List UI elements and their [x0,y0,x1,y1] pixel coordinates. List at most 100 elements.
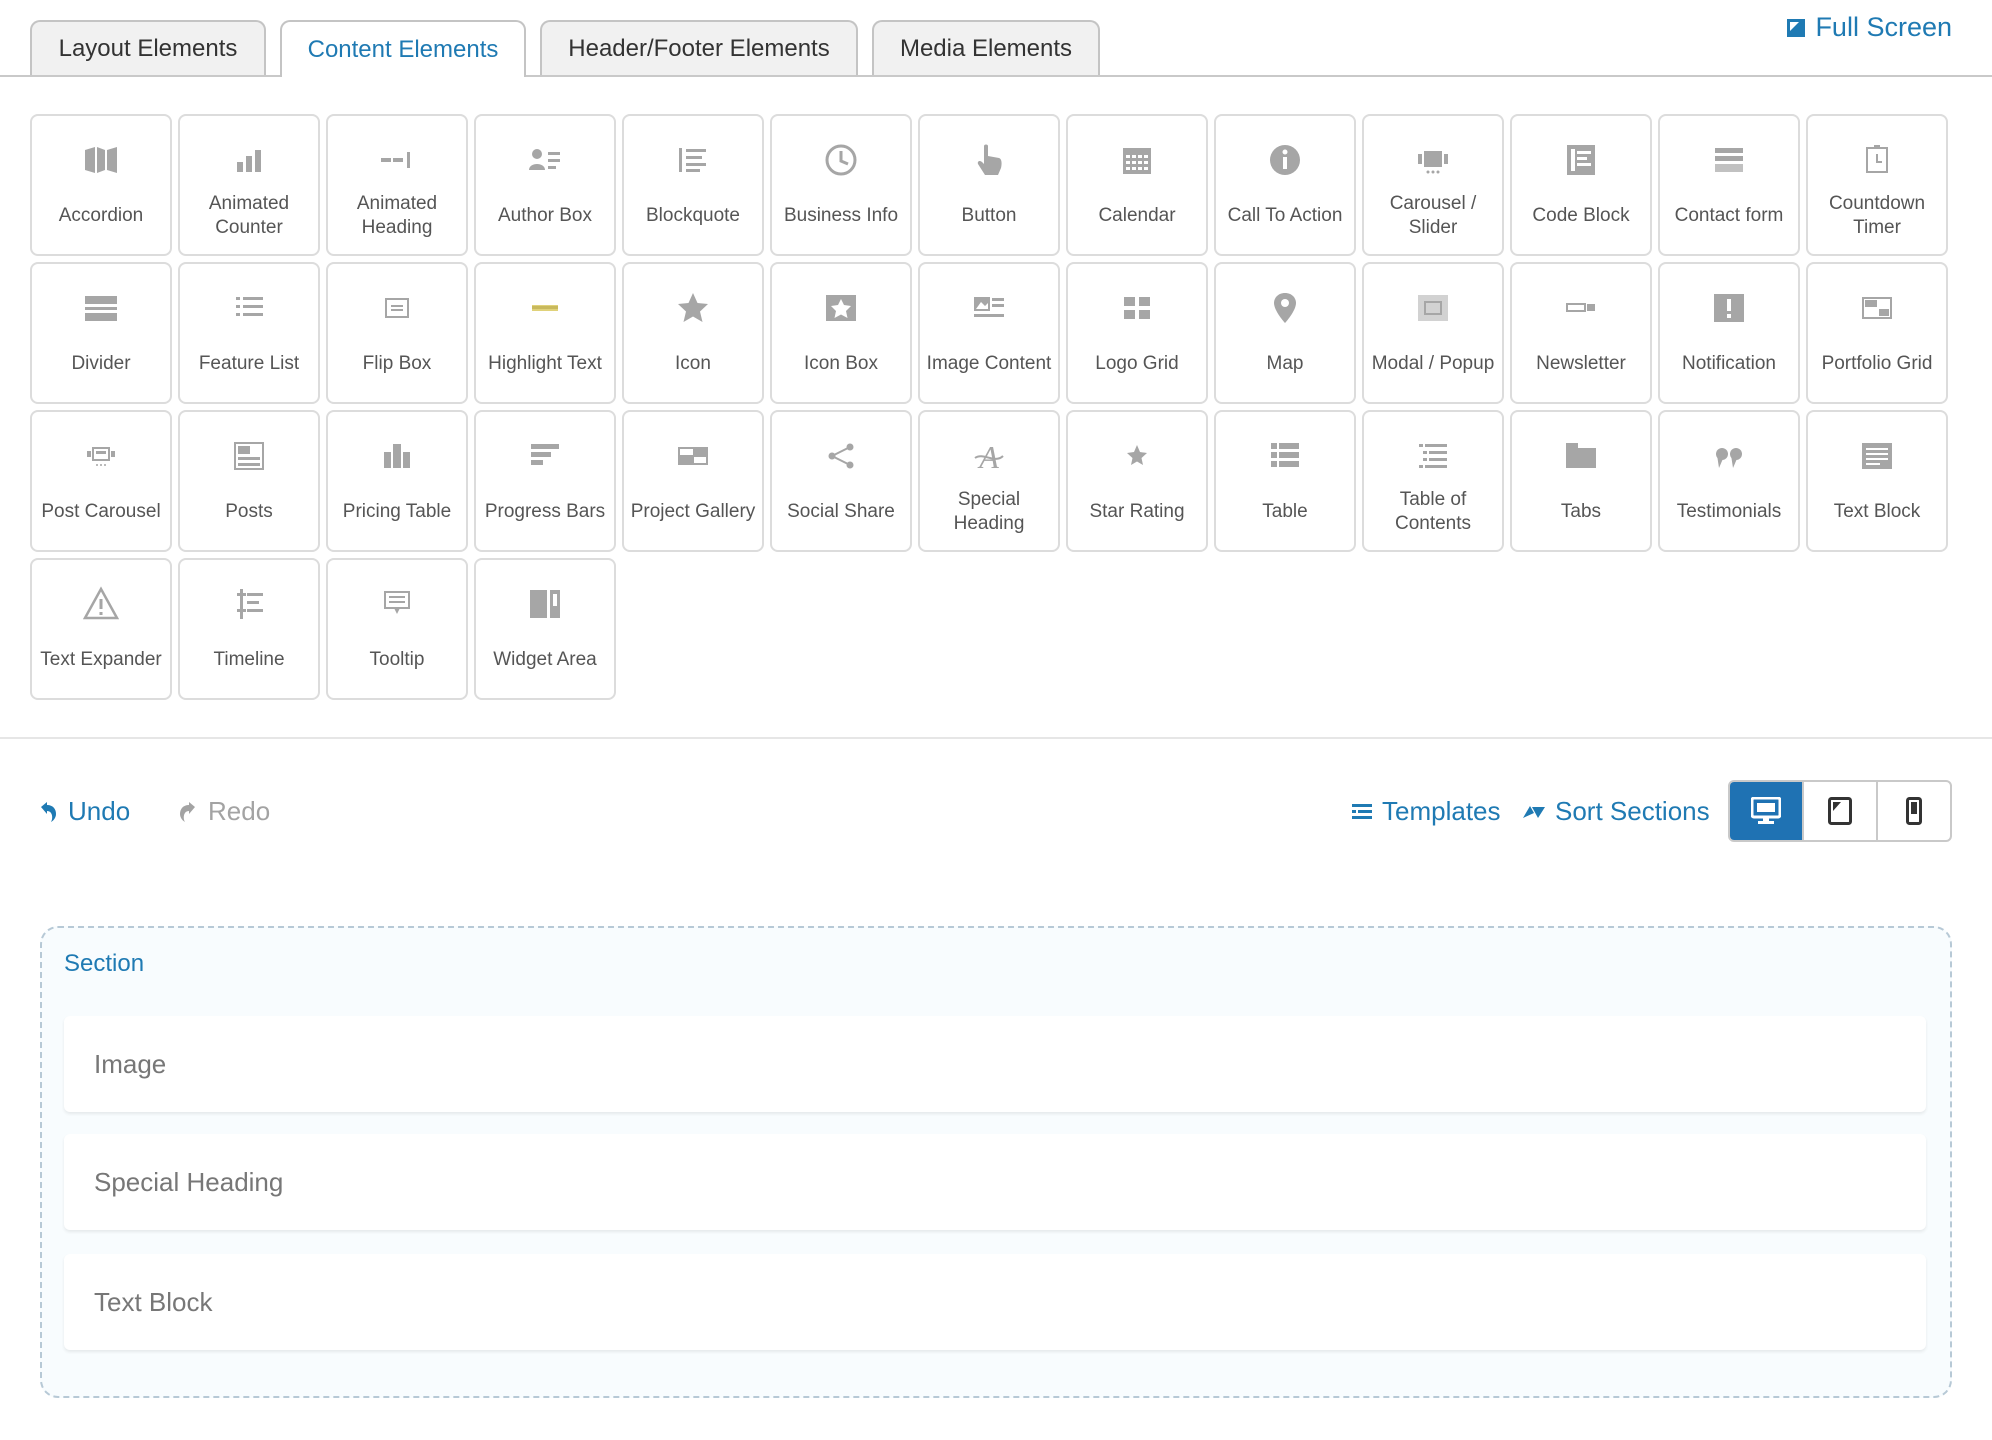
notification-icon [1711,290,1747,326]
element-tile-flip-box[interactable]: Flip Box [326,262,468,404]
element-tile-table[interactable]: Table [1214,410,1356,552]
element-tile-widget-area[interactable]: Widget Area [474,558,616,700]
element-label: Post Carousel [41,501,161,522]
element-tile-calendar[interactable]: Calendar [1066,114,1208,256]
element-tile-button[interactable]: Button [918,114,1060,256]
templates-label: Templates [1382,796,1501,826]
element-label: Countdown Timer [1828,193,1926,238]
element-tile-tabs[interactable]: Tabs [1510,410,1652,552]
element-tile-divider[interactable]: Divider [30,262,172,404]
element-tile-animated-counter[interactable]: Animated Counter [178,114,320,256]
modal-icon [1415,290,1451,326]
element-tile-progress-bars[interactable]: Progress Bars [474,410,616,552]
element-tile-text-expander[interactable]: Text Expander [30,558,172,700]
clock-icon [823,142,859,178]
tablet-view-button[interactable] [1802,782,1876,840]
element-tile-post-carousel[interactable]: Post Carousel [30,410,172,552]
element-tile-newsletter[interactable]: Newsletter [1510,262,1652,404]
templates-icon [1352,803,1372,819]
element-tile-star-rating[interactable]: Star Rating [1066,410,1208,552]
undo-button[interactable]: Undo [38,796,130,827]
element-tile-special-heading[interactable]: A Special Heading [918,410,1060,552]
special-heading-block[interactable]: Special Heading [64,1134,1926,1230]
highlight-icon [527,290,563,326]
element-tile-blockquote[interactable]: Blockquote [622,114,764,256]
accordion-icon [83,142,119,178]
redo-label: Redo [208,796,271,826]
element-tile-highlight-text[interactable]: Highlight Text [474,262,616,404]
element-tile-call-to-action[interactable]: Call To Action [1214,114,1356,256]
element-label: Text Expander [40,649,162,670]
element-tile-map[interactable]: Map [1214,262,1356,404]
sort-sections-label: Sort Sections [1555,796,1710,826]
tooltip-icon [379,586,415,622]
element-tile-icon[interactable]: Icon [622,262,764,404]
tab-content-elements[interactable]: Content Elements [280,20,526,77]
redo-button[interactable]: Redo [178,796,270,827]
element-tile-table-of-contents[interactable]: Table of Contents [1362,410,1504,552]
warning-icon [83,586,119,622]
element-label: Button [961,205,1017,226]
element-tile-notification[interactable]: Notification [1658,262,1800,404]
widget-icon [527,586,563,622]
pointer-icon [971,142,1007,178]
element-tile-pricing-table[interactable]: Pricing Table [326,410,468,552]
element-tile-carousel-slider[interactable]: Carousel / Slider [1362,114,1504,256]
element-tile-accordion[interactable]: Accordion [30,114,172,256]
element-tile-text-block[interactable]: Text Block [1806,410,1948,552]
tab-media-elements[interactable]: Media Elements [872,20,1100,75]
element-label: Tooltip [369,649,425,670]
element-tile-image-content[interactable]: Image Content [918,262,1060,404]
element-tile-feature-list[interactable]: Feature List [178,262,320,404]
tab-layout-elements[interactable]: Layout Elements [30,20,266,75]
blockquote-icon [675,142,711,178]
element-tile-portfolio-grid[interactable]: Portfolio Grid [1806,262,1948,404]
animated-heading-icon [379,142,415,178]
mobile-view-button[interactable] [1876,782,1950,840]
element-tile-logo-grid[interactable]: Logo Grid [1066,262,1208,404]
element-tile-timeline[interactable]: Timeline [178,558,320,700]
element-tile-modal-popup[interactable]: Modal / Popup [1362,262,1504,404]
element-tile-icon-box[interactable]: Icon Box [770,262,912,404]
element-tile-posts[interactable]: Posts [178,410,320,552]
text-block-block[interactable]: Text Block [64,1254,1926,1350]
element-tile-countdown-timer[interactable]: Countdown Timer [1806,114,1948,256]
section-container[interactable]: Section Image Special Heading Text Block [40,926,1952,1398]
element-tile-project-gallery[interactable]: Project Gallery [622,410,764,552]
progress-bars-icon [527,438,563,474]
full-screen-button[interactable]: Full Screen [1787,12,1952,43]
divider-icon [83,290,119,326]
sort-icon [1523,805,1545,818]
content-elements-grid: Accordion Animated Counter Animated Headin… [30,114,1948,700]
element-tile-testimonials[interactable]: Testimonials [1658,410,1800,552]
element-tile-contact-form[interactable]: Contact form [1658,114,1800,256]
star-icon [675,290,711,326]
undo-icon [41,801,56,822]
element-tile-business-info[interactable]: Business Info [770,114,912,256]
element-tile-author-box[interactable]: Author Box [474,114,616,256]
element-label: Blockquote [645,205,740,226]
sort-sections-button[interactable]: Sort Sections [1523,796,1710,827]
element-label: Star Rating [1089,501,1185,522]
element-label: Portfolio Grid [1821,353,1933,374]
element-tile-animated-heading[interactable]: Animated Heading [326,114,468,256]
desktop-view-button[interactable] [1730,782,1802,840]
element-label: Text Block [1833,501,1921,522]
element-tile-social-share[interactable]: Social Share [770,410,912,552]
flip-box-icon [379,290,415,326]
element-label: Image Content [926,353,1052,374]
element-label: Progress Bars [484,501,606,522]
element-label: Special Heading [953,489,1025,534]
element-label: Contact form [1674,205,1784,226]
tab-header-footer-elements[interactable]: Header/Footer Elements [540,20,858,75]
info-icon [1267,142,1303,178]
element-tile-code-block[interactable]: Code Block [1510,114,1652,256]
element-label: Feature List [198,353,300,374]
star-box-icon [823,290,859,326]
element-tile-tooltip[interactable]: Tooltip [326,558,468,700]
list-icon [231,290,267,326]
element-label: Posts [225,501,273,522]
image-block[interactable]: Image [64,1016,1926,1112]
templates-button[interactable]: Templates [1352,796,1501,827]
element-label: Call To Action [1227,205,1343,226]
